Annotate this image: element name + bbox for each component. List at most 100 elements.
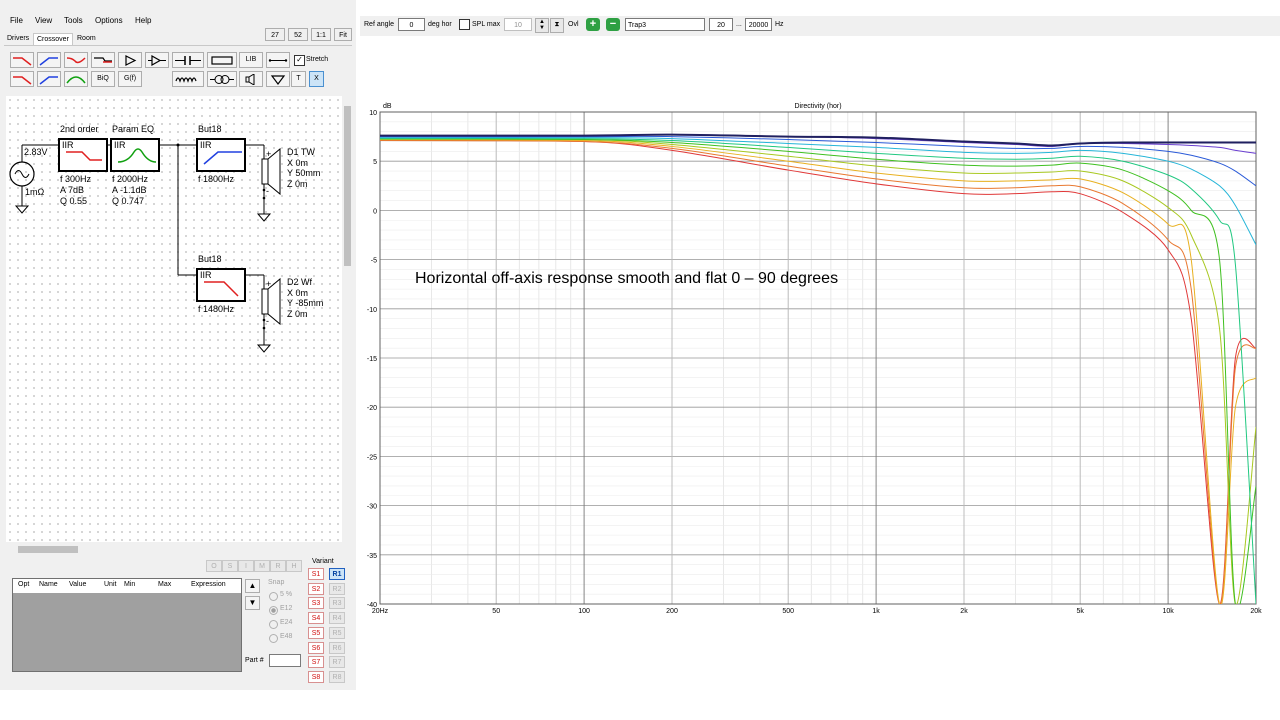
spl-max-input[interactable]: 10 xyxy=(504,18,532,31)
bottom-margin xyxy=(0,690,1280,720)
lowpass-curve-icon xyxy=(204,281,239,297)
block1-q: Q 0.55 xyxy=(60,196,88,206)
opt-h-button[interactable]: H xyxy=(286,560,302,572)
variant-s5-button[interactable]: S5 xyxy=(308,626,324,639)
spl-max-label: SPL max xyxy=(472,21,501,28)
opt-o-button[interactable]: O xyxy=(206,560,222,572)
variant-r6-button[interactable]: R6 xyxy=(329,641,345,654)
snap-e48-label: E48 xyxy=(280,633,293,640)
driver1-x: X 0m xyxy=(287,158,309,168)
block1-gain: A 7dB xyxy=(60,185,85,195)
move-down-button[interactable]: ▼ xyxy=(245,596,260,610)
series-line-7 xyxy=(380,139,1256,604)
snap-radio-5pct[interactable] xyxy=(269,592,278,601)
block2-title: Param EQ xyxy=(112,124,155,134)
x-tick-label: 100 xyxy=(578,608,590,615)
spl-max-checkbox[interactable] xyxy=(459,19,470,30)
hz-label: Hz xyxy=(775,21,784,28)
block3-highpass[interactable]: IIR xyxy=(196,138,246,172)
x-tick-label: 200 xyxy=(666,608,678,615)
annotation-text: Horizontal off-axis response smooth and … xyxy=(415,270,839,287)
variant-r3-button[interactable]: R3 xyxy=(329,597,345,610)
peak-curve-icon xyxy=(117,148,157,163)
remove-overlay-icon[interactable]: − xyxy=(606,18,620,31)
directivity-chart[interactable]: 1050-5-10-15-20-25-30-35-4020Hz 50 100 200 5… xyxy=(360,98,1280,618)
source-impedance: 1mΩ xyxy=(25,187,45,197)
y-tick-label: -15 xyxy=(367,356,377,363)
scroll-thumb[interactable] xyxy=(344,106,351,266)
driver1-name: D1 TW xyxy=(287,147,315,157)
block2-gain: A -1.1dB xyxy=(112,185,147,195)
snap-5pct-label: 5 % xyxy=(280,591,293,598)
spl-spinner[interactable]: ▲ ▼ xyxy=(535,18,549,33)
variant-r4-button[interactable]: R4 xyxy=(329,612,345,625)
x-tick-label: 5k xyxy=(1076,608,1084,615)
add-overlay-icon[interactable]: + xyxy=(586,18,600,31)
col-value: Value xyxy=(69,581,87,588)
opt-r-button[interactable]: R xyxy=(270,560,286,572)
block2-param-eq[interactable]: IIR xyxy=(110,138,160,172)
y-tick-label: -25 xyxy=(367,454,377,461)
block4-lowpass[interactable]: IIR xyxy=(196,268,246,302)
variant-r8-button[interactable]: R8 xyxy=(329,670,345,683)
sort-icon[interactable]: ⧗ xyxy=(550,18,564,33)
driver2-name: D2 Wf xyxy=(287,277,313,287)
block1-title: 2nd order xyxy=(60,124,99,134)
variant-r5-button[interactable]: R5 xyxy=(329,626,345,639)
optimization-table[interactable]: Opt Name Value Unit Min Max Expression xyxy=(12,578,242,672)
variant-s6-button[interactable]: S6 xyxy=(308,641,324,654)
y-tick-label: 0 xyxy=(373,208,377,215)
x-tick-label: 20Hz xyxy=(372,608,389,615)
snap-e24-label: E24 xyxy=(280,619,293,626)
opt-i-button[interactable]: I xyxy=(238,560,254,572)
y-axis-label: dB xyxy=(383,103,392,110)
snap-radio-e48[interactable] xyxy=(269,634,278,643)
driver2-y: Y -85mm xyxy=(287,298,324,308)
variant-r1-button[interactable]: R1 xyxy=(329,568,345,580)
series-group xyxy=(380,133,1256,604)
horizontal-scrollbar[interactable] xyxy=(6,544,342,554)
svg-text:-: - xyxy=(266,186,269,196)
y-tick-label: 10 xyxy=(369,110,377,117)
x-tick-label: 20k xyxy=(1250,608,1262,615)
svg-text:+: + xyxy=(266,149,271,159)
vertical-scrollbar[interactable] xyxy=(342,96,352,542)
col-unit: Unit xyxy=(104,581,117,588)
freq-max-input[interactable]: 20000 xyxy=(745,18,772,31)
x-tick-label: 10k xyxy=(1162,608,1174,615)
opt-m-button[interactable]: M xyxy=(254,560,270,572)
variant-s7-button[interactable]: S7 xyxy=(308,656,324,669)
col-max: Max xyxy=(158,581,172,588)
freq-min-input[interactable]: 20 xyxy=(709,18,733,31)
x-tick-label: 50 xyxy=(492,608,500,615)
x-tick-label: 2k xyxy=(960,608,968,615)
deg-hor-label: deg hor xyxy=(428,21,452,28)
snap-radio-e24[interactable] xyxy=(269,620,278,629)
ref-angle-input[interactable]: 0 xyxy=(398,18,425,31)
ovl-label: Ovl xyxy=(568,21,579,28)
col-name: Name xyxy=(39,581,58,588)
variant-s4-button[interactable]: S4 xyxy=(308,612,324,625)
variant-s2-button[interactable]: S2 xyxy=(308,582,324,595)
scroll-thumb[interactable] xyxy=(18,546,78,553)
variant-s3-button[interactable]: S3 xyxy=(308,597,324,610)
block1-lowpass[interactable]: IIR xyxy=(58,138,108,172)
col-expression: Expression xyxy=(191,581,226,588)
y-tick-label: 5 xyxy=(373,159,377,166)
variant-label: Variant xyxy=(312,558,334,565)
block2-freq: f 2000Hz xyxy=(112,174,149,184)
overlay-name-input[interactable]: Trap3 xyxy=(625,18,705,31)
move-up-button[interactable]: ▲ xyxy=(245,579,260,593)
y-tick-label: -5 xyxy=(371,258,377,265)
part-number-input[interactable] xyxy=(269,654,301,667)
part-label: Part # xyxy=(245,657,264,664)
variant-s8-button[interactable]: S8 xyxy=(308,670,324,683)
variant-r7-button[interactable]: R7 xyxy=(329,656,345,669)
series-line-5 xyxy=(380,138,1256,604)
snap-radio-e12[interactable] xyxy=(269,606,278,615)
source-voltage: 2.83V xyxy=(24,147,48,157)
highpass-curve-icon xyxy=(203,151,242,165)
variant-r2-button[interactable]: R2 xyxy=(329,582,345,595)
opt-s-button[interactable]: S xyxy=(222,560,238,572)
variant-s1-button[interactable]: S1 xyxy=(308,568,324,580)
